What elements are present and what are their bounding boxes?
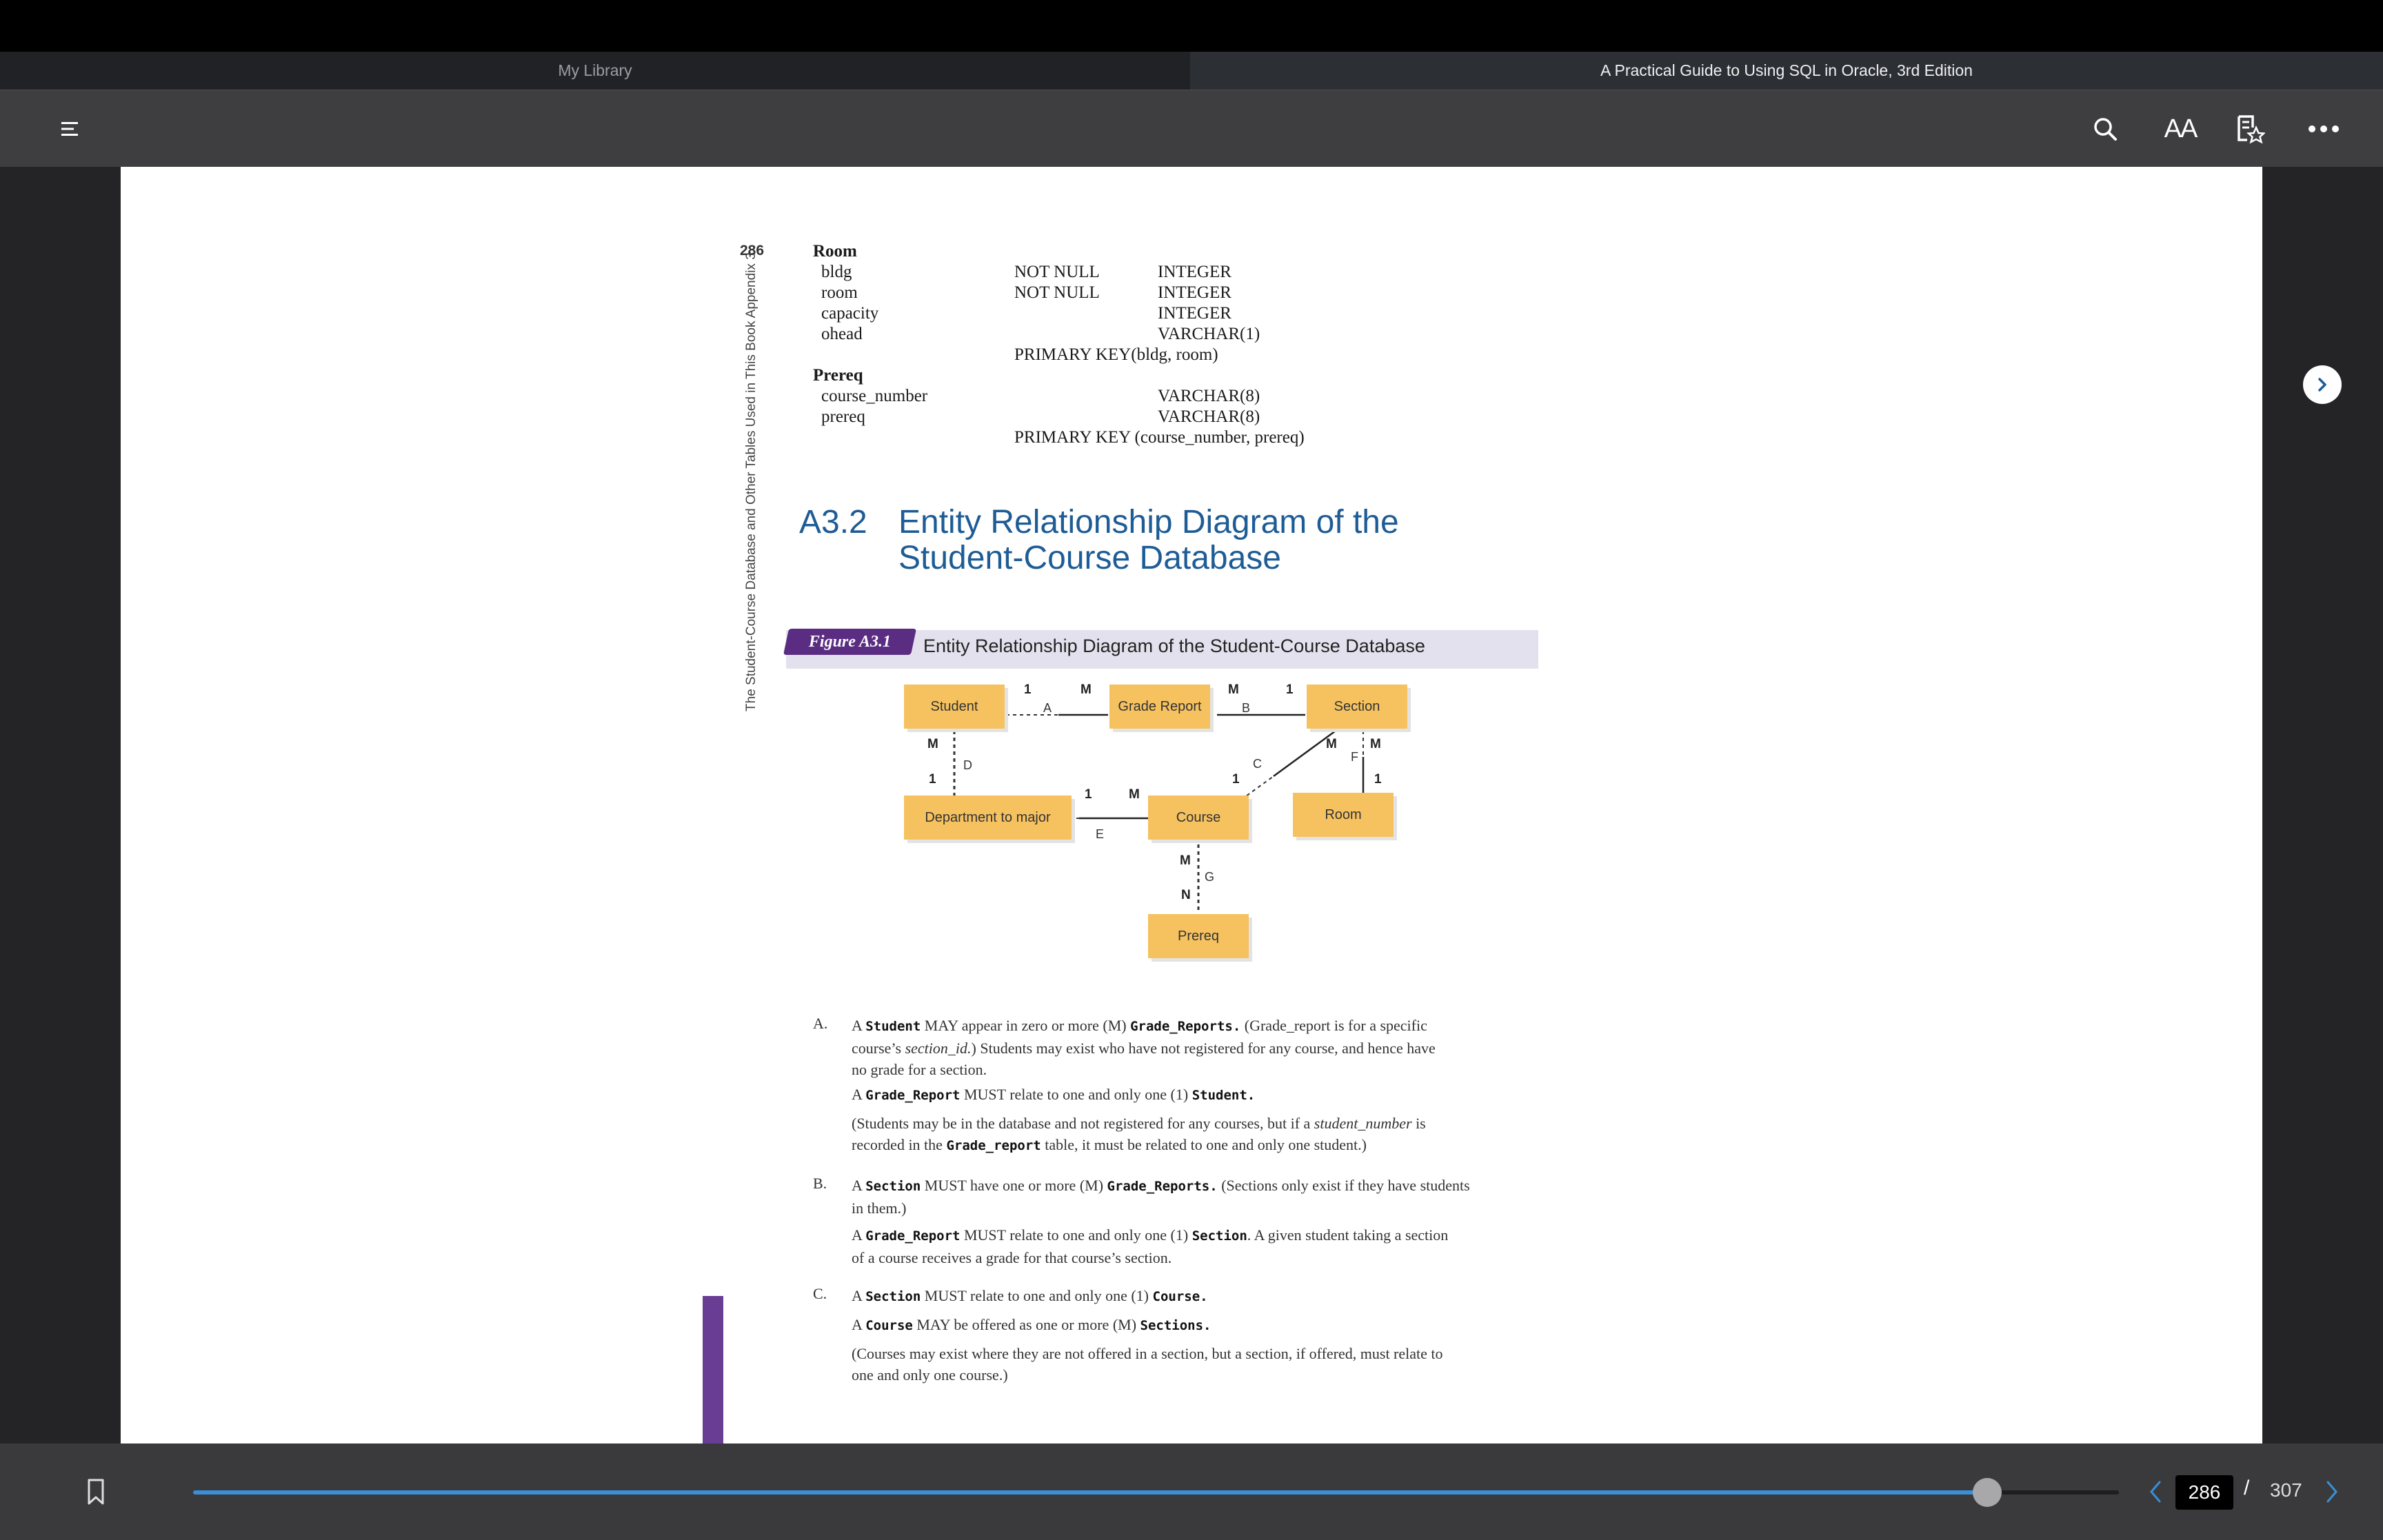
relationship-label-f: F xyxy=(1351,750,1358,764)
entity-room: Room xyxy=(1293,793,1394,837)
font-size-label: AA xyxy=(2164,114,2198,143)
relationship-label-a: A xyxy=(1043,701,1052,715)
book-page: The Student-Course Database and Other Ta… xyxy=(121,167,2262,1443)
paragraph-c2: A Course MAY be offered as one or more (… xyxy=(852,1316,1211,1333)
bookmark-icon[interactable] xyxy=(86,1478,106,1509)
chevron-right-icon xyxy=(2318,378,2326,392)
paragraph-a2: A Grade_Report MUST relate to one and on… xyxy=(852,1086,1256,1103)
paragraph-a1: A Student MAY appear in zero or more (M)… xyxy=(852,1017,1436,1078)
list-label-a: A. xyxy=(813,1015,828,1032)
relationship-label-e: E xyxy=(1096,827,1105,841)
page-progress-slider[interactable] xyxy=(193,1478,2119,1507)
chapter-edge-tab xyxy=(703,1296,723,1443)
previous-page-button[interactable] xyxy=(2147,1479,2164,1508)
paragraph-c3: (Courses may exist where they are not of… xyxy=(852,1345,1443,1384)
current-page-input[interactable]: 286 xyxy=(2175,1475,2233,1510)
cardinality-f-bottom: 1 xyxy=(1374,772,1382,787)
relationship-label-b: B xyxy=(1242,701,1251,715)
paragraph-b1: A Section MUST have one or more (M) Grad… xyxy=(852,1177,1470,1217)
tab-current-book[interactable]: A Practical Guide to Using SQL in Oracle… xyxy=(1190,52,2383,90)
paragraph-c1: A Section MUST relate to one and only on… xyxy=(852,1287,1208,1304)
next-page-button[interactable] xyxy=(2303,365,2342,404)
entity-grade-report: Grade Report xyxy=(1109,685,1210,729)
cardinality-c-top: M xyxy=(1326,737,1337,751)
reader-toolbar: AA xyxy=(0,90,2383,167)
cardinality-g-top: M xyxy=(1180,853,1191,868)
cardinality-e-right: M xyxy=(1129,787,1140,802)
reader-area: The Student-Course Database and Other Ta… xyxy=(0,167,2383,1443)
tab-bar: My Library A Practical Guide to Using SQ… xyxy=(0,52,2383,90)
cardinality-e-left: 1 xyxy=(1085,787,1092,802)
cardinality-b-right: 1 xyxy=(1286,682,1294,697)
paragraph-b2: A Grade_Report MUST relate to one and on… xyxy=(852,1226,1449,1266)
next-page-arrow-button[interactable] xyxy=(2324,1479,2340,1508)
page-separator: / xyxy=(2244,1477,2250,1499)
entity-prereq: Prereq xyxy=(1148,914,1249,958)
tab-my-library[interactable]: My Library xyxy=(0,52,1190,90)
list-label-b: B. xyxy=(813,1175,827,1192)
cardinality-d-top: M xyxy=(927,737,938,751)
total-pages: 307 xyxy=(2270,1479,2302,1501)
chevron-left-icon xyxy=(2150,1481,2161,1503)
menu-icon[interactable] xyxy=(54,90,87,168)
search-icon[interactable] xyxy=(2088,90,2122,168)
page-progress-thumb[interactable] xyxy=(1972,1478,2002,1507)
bookmark-list-icon[interactable] xyxy=(2233,90,2267,168)
cardinality-d-bottom: 1 xyxy=(929,772,936,787)
relationship-label-g: G xyxy=(1205,870,1215,884)
entity-department-to-major: Department to major xyxy=(904,796,1072,840)
font-size-icon[interactable]: AA xyxy=(2160,90,2201,168)
page-progress-fill xyxy=(193,1490,1987,1495)
entity-section: Section xyxy=(1307,685,1407,729)
cardinality-c-bottom: 1 xyxy=(1232,772,1240,787)
more-icon[interactable] xyxy=(2304,90,2343,168)
entity-course: Course xyxy=(1148,796,1249,840)
list-label-c: C. xyxy=(813,1285,827,1302)
paragraph-a3: (Students may be in the database and not… xyxy=(852,1115,1426,1153)
cardinality-a-left: 1 xyxy=(1024,682,1032,697)
cardinality-f-top: M xyxy=(1370,737,1381,751)
page-navigation-bar: 286 / 307 xyxy=(0,1443,2383,1540)
relationship-label-d: D xyxy=(963,758,972,772)
cardinality-g-bottom: N xyxy=(1181,888,1191,902)
chevron-right-icon xyxy=(2326,1481,2337,1503)
cardinality-a-right: M xyxy=(1080,682,1092,697)
cardinality-b-left: M xyxy=(1228,682,1239,697)
relationship-label-c: C xyxy=(1253,757,1262,771)
entity-student: Student xyxy=(904,685,1005,729)
